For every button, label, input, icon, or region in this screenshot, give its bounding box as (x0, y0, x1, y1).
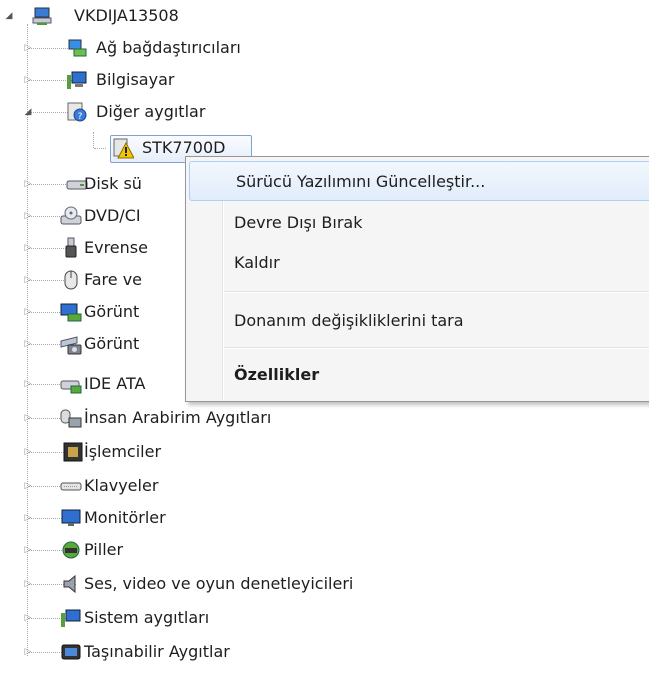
unknown-device-icon: ? (67, 102, 87, 122)
expand-triangle-icon[interactable]: ▷ (22, 306, 34, 318)
menu-item-label: Donanım değişikliklerini tara (234, 310, 464, 330)
tree-item-sound[interactable]: ▷ Ses, video ve oyun denetleyicileri (0, 572, 500, 596)
tree-item-hid[interactable]: ▷ İnsan Arabirim Aygıtları (0, 406, 400, 430)
expand-triangle-icon[interactable]: ▷ (22, 42, 34, 54)
processor-icon (63, 442, 83, 462)
tree-item-usb[interactable]: ▷ Evrense (0, 236, 200, 260)
tree-item-mouse[interactable]: ▷ Fare ve (0, 268, 200, 292)
computer-icon (67, 71, 87, 89)
usb-icon (65, 237, 77, 258)
expand-triangle-icon[interactable]: ▷ (22, 210, 34, 222)
expand-triangle-icon[interactable]: ▷ (22, 74, 34, 86)
expand-triangle-icon[interactable]: ▷ (22, 578, 34, 590)
tree-item-label: Ses, video ve oyun denetleyicileri (84, 574, 354, 593)
tree-item-display-adapters[interactable]: ▷ Görünt (0, 300, 200, 324)
expand-triangle-icon[interactable]: ▷ (22, 646, 34, 658)
menu-item-scan-hardware[interactable]: Donanım değişikliklerini tara (188, 301, 649, 339)
menu-separator (224, 347, 649, 349)
tree-item-computer[interactable]: ▷ Bilgisayar (0, 68, 400, 92)
menu-item-uninstall[interactable]: Kaldır (188, 243, 649, 281)
expand-triangle-icon[interactable]: ▷ (22, 378, 34, 390)
tree-item-processors[interactable]: ▷ İşlemciler (0, 440, 400, 464)
tree-item-dvd[interactable]: ▷ DVD/CI (0, 204, 200, 228)
tree-item-label: STK7700D (142, 138, 226, 157)
tree-item-label: DVD/CI (84, 206, 141, 225)
tree-root[interactable]: ◢ VKDIJA13508 (0, 4, 300, 28)
context-menu: Sürücü Yazılımını Güncelleştir... Devre … (185, 156, 649, 402)
display-adapter-icon (60, 303, 82, 322)
expand-triangle-icon[interactable]: ▷ (22, 612, 34, 624)
tree-item-ide[interactable]: ▷ IDE ATA (0, 372, 200, 396)
tree-item-batteries[interactable]: ▷ Piller (0, 538, 400, 562)
expand-triangle-icon[interactable]: ▷ (22, 338, 34, 350)
portable-device-icon (61, 644, 81, 660)
tree-item-label: IDE ATA (84, 374, 146, 393)
keyboard-icon (60, 482, 82, 491)
expand-triangle-icon[interactable]: ▷ (22, 242, 34, 254)
tree-item-imaging-devices[interactable]: ▷ Görünt (0, 332, 200, 356)
tree-item-label: Bilgisayar (96, 70, 175, 89)
tree-item-disk-drives[interactable]: ▷ Disk sü (0, 172, 200, 196)
tree-item-monitors[interactable]: ▷ Monitörler (0, 506, 400, 530)
tree-item-label: Taşınabilir Aygıtlar (84, 642, 230, 661)
tree-item-network-adapters[interactable]: ▷ Ağ bağdaştırıcıları (0, 36, 400, 60)
ide-controller-icon (60, 380, 82, 394)
imaging-device-icon (60, 336, 82, 355)
menu-item-disable[interactable]: Devre Dışı Bırak (188, 203, 649, 241)
tree-item-label: Evrense (84, 238, 148, 257)
menu-item-label: Özellikler (234, 364, 320, 384)
expand-triangle-icon[interactable]: ▷ (22, 412, 34, 424)
tree-item-label: Sistem aygıtları (84, 608, 210, 627)
svg-text:?: ? (78, 112, 83, 122)
computer-network-icon (32, 7, 52, 25)
tree-root-label: VKDIJA13508 (74, 6, 179, 25)
dvd-drive-icon (60, 206, 82, 225)
battery-icon (62, 541, 80, 559)
expand-triangle-icon[interactable]: ▷ (22, 274, 34, 286)
speaker-icon (63, 574, 76, 594)
tree-item-label: İnsan Arabirim Aygıtları (84, 408, 272, 427)
mouse-icon (64, 270, 78, 290)
tree-item-label: İşlemciler (84, 442, 162, 461)
warning-device-icon (113, 138, 134, 159)
tree-item-label: Ağ bağdaştırıcıları (96, 38, 241, 57)
collapse-triangle-icon[interactable]: ◢ (3, 10, 15, 22)
collapse-triangle-icon[interactable]: ◢ (22, 106, 34, 118)
tree-item-label: Fare ve (84, 270, 143, 289)
menu-item-label: Sürücü Yazılımını Güncelleştir... (236, 171, 486, 191)
expand-triangle-icon[interactable]: ▷ (22, 178, 34, 190)
menu-item-properties[interactable]: Özellikler (188, 355, 649, 393)
tree-item-label: Görünt (84, 334, 140, 353)
hid-icon (60, 409, 82, 428)
tree-item-label: Diğer aygıtlar (96, 102, 206, 121)
menu-item-update-driver[interactable]: Sürücü Yazılımını Güncelleştir... (189, 161, 649, 201)
menu-item-label: Devre Dışı Bırak (234, 212, 363, 232)
tree-item-system-devices[interactable]: ▷ Sistem aygıtları (0, 606, 400, 630)
tree-item-label: Görünt (84, 302, 140, 321)
tree-item-portable-devices[interactable]: ▷ Taşınabilir Aygıtlar (0, 640, 400, 664)
network-adapter-icon (68, 39, 87, 57)
expand-triangle-icon[interactable]: ▷ (22, 480, 34, 492)
tree-item-keyboards[interactable]: ▷ Klavyeler (0, 474, 400, 498)
menu-separator (224, 291, 649, 293)
expand-triangle-icon[interactable]: ▷ (22, 544, 34, 556)
expand-triangle-icon[interactable]: ▷ (22, 512, 34, 524)
system-device-icon (61, 609, 81, 627)
menu-item-label: Kaldır (234, 252, 280, 272)
tree-item-label: Piller (84, 540, 124, 559)
tree-item-label: Disk sü (84, 174, 142, 193)
expand-triangle-icon[interactable]: ▷ (22, 446, 34, 458)
monitor-icon (61, 509, 81, 526)
tree-item-other-devices[interactable]: ◢ ? Diğer aygıtlar (0, 100, 400, 124)
tree-item-label: Klavyeler (84, 476, 159, 495)
tree-item-label: Monitörler (84, 508, 166, 527)
